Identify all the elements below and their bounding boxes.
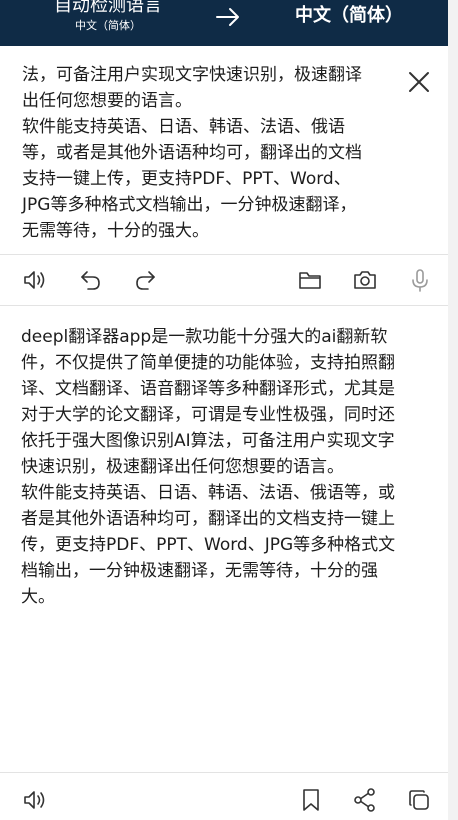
redo-icon[interactable] <box>132 267 158 293</box>
undo-icon[interactable] <box>78 267 104 293</box>
arrow-right-icon[interactable] <box>214 6 242 28</box>
detected-language-label: 中文（简体） <box>75 19 141 32</box>
share-icon[interactable] <box>352 787 378 813</box>
source-language-selector[interactable]: 自动检测语言 中文（简体） <box>18 0 198 33</box>
copy-icon[interactable] <box>406 787 432 813</box>
right-edge-strip <box>448 0 458 820</box>
folder-icon[interactable] <box>297 267 323 293</box>
translation-text: deepl翻译器app是一款功能十分强大的ai翻新软 件，不仅提供了简单便捷的功… <box>21 327 396 607</box>
speaker-icon[interactable] <box>22 267 48 293</box>
output-toolbar <box>0 773 448 820</box>
microphone-icon[interactable] <box>407 267 433 293</box>
target-language-selector[interactable]: 中文（简体） <box>274 4 424 28</box>
source-text[interactable]: 法，可备注用户实现文字快速识别，极速翻译 出任何您想要的语言。 软件能支持英语、… <box>22 62 382 244</box>
language-bar: 自动检测语言 中文（简体） 中文（简体） <box>0 0 448 46</box>
input-toolbar <box>0 255 448 305</box>
translation-output-area: deepl翻译器app是一款功能十分强大的ai翻新软 件，不仅提供了简单便捷的功… <box>0 306 448 770</box>
speaker-icon[interactable] <box>22 787 48 813</box>
source-language-label: 自动检测语言 <box>54 0 162 16</box>
camera-icon[interactable] <box>352 267 378 293</box>
close-icon[interactable] <box>405 68 433 96</box>
bookmark-icon[interactable] <box>298 787 324 813</box>
source-input-area[interactable]: 法，可备注用户实现文字快速识别，极速翻译 出任何您想要的语言。 软件能支持英语、… <box>0 46 448 254</box>
